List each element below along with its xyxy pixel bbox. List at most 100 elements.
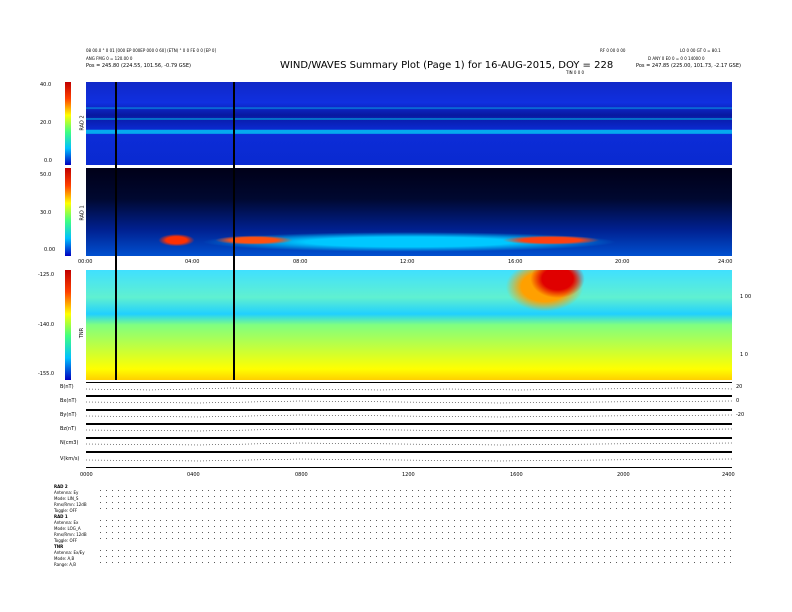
footer-dot	[436, 520, 437, 521]
footer-dot	[508, 550, 509, 551]
footer-dot	[646, 502, 647, 503]
footer-dot	[724, 490, 725, 491]
footer-dot	[220, 556, 221, 557]
footer-dot	[454, 490, 455, 491]
footer-dot	[172, 502, 173, 503]
rad1-tick-bottom: 0.00	[44, 247, 56, 253]
footer-dot	[670, 556, 671, 557]
footer-dot	[178, 502, 179, 503]
footer-dot	[460, 490, 461, 491]
header-right-line3: Pos = 247.85 (225.00, 101.73, -2.17 GSE)	[636, 63, 741, 69]
footer-dot	[274, 490, 275, 491]
footer-dot	[718, 496, 719, 497]
footer-dot	[412, 550, 413, 551]
footer-dot	[544, 550, 545, 551]
footer-dot	[724, 502, 725, 503]
footer-dot	[310, 532, 311, 533]
footer-dot	[286, 526, 287, 527]
footer-dot	[100, 538, 101, 539]
footer-dot	[214, 556, 215, 557]
footer-dot	[652, 502, 653, 503]
footer-dot	[418, 532, 419, 533]
footer-dot	[640, 562, 641, 563]
footer-dot	[286, 496, 287, 497]
footer-dot	[460, 550, 461, 551]
footer-dot	[406, 526, 407, 527]
strip-label-2: By(nT)	[60, 412, 77, 418]
footer-dot	[640, 490, 641, 491]
footer-dot	[220, 562, 221, 563]
footer-dot	[598, 538, 599, 539]
footer-dot	[112, 508, 113, 509]
footer-dot	[154, 526, 155, 527]
footer-dot	[430, 490, 431, 491]
footer-dot	[418, 508, 419, 509]
footer-dot	[286, 520, 287, 521]
footer-dot	[184, 556, 185, 557]
footer-dot	[664, 490, 665, 491]
footer-dot	[118, 502, 119, 503]
footer-dot	[292, 508, 293, 509]
footer-dot	[172, 496, 173, 497]
footer-dot	[226, 556, 227, 557]
footer-dot	[160, 562, 161, 563]
footer-dot	[238, 538, 239, 539]
footer-dot	[604, 550, 605, 551]
footer-dot	[208, 526, 209, 527]
footer-dot	[232, 502, 233, 503]
footer-dot	[706, 532, 707, 533]
footer-dot	[340, 520, 341, 521]
footer-dot	[604, 520, 605, 521]
footer-dot	[400, 496, 401, 497]
footer-dot	[232, 538, 233, 539]
footer-dot	[586, 556, 587, 557]
footer-dot	[118, 508, 119, 509]
footer-dot	[670, 550, 671, 551]
footer-dot	[154, 556, 155, 557]
footer-dot	[640, 496, 641, 497]
footer-dot	[244, 502, 245, 503]
footer-dot	[640, 502, 641, 503]
footer-dot	[226, 496, 227, 497]
footer-dot	[256, 550, 257, 551]
footer-dot	[250, 508, 251, 509]
footer-dot	[730, 502, 731, 503]
footer-dot	[274, 508, 275, 509]
footer-dot	[310, 502, 311, 503]
footer-dot	[610, 496, 611, 497]
footer-dot	[124, 526, 125, 527]
footer-dot	[166, 490, 167, 491]
footer-dot	[496, 532, 497, 533]
footer-dot	[508, 562, 509, 563]
footer-dot	[430, 550, 431, 551]
footer-dot	[232, 562, 233, 563]
footer-dot	[298, 508, 299, 509]
footer-dot	[580, 502, 581, 503]
footer-dot	[412, 490, 413, 491]
footer-dot	[616, 556, 617, 557]
footer-dot	[484, 490, 485, 491]
footer-dot	[280, 496, 281, 497]
footer-dot	[430, 502, 431, 503]
footer-dot	[640, 508, 641, 509]
footer-dot	[484, 550, 485, 551]
footer-dot	[514, 556, 515, 557]
footer-dot	[268, 496, 269, 497]
footer-dot	[250, 496, 251, 497]
footer-dot	[490, 562, 491, 563]
footer-dot	[490, 550, 491, 551]
footer-dot	[502, 520, 503, 521]
footer-dot	[124, 508, 125, 509]
footer-dot	[202, 502, 203, 503]
footer-dot	[550, 538, 551, 539]
footer-dot	[436, 508, 437, 509]
footer-dot	[730, 520, 731, 521]
footer-dot	[718, 550, 719, 551]
footer-dot	[130, 496, 131, 497]
footer-dot	[466, 490, 467, 491]
rad1-spectrogram	[86, 168, 732, 256]
footer-dot	[664, 496, 665, 497]
footer-dot	[508, 490, 509, 491]
footer-dot	[442, 532, 443, 533]
footer-dot	[592, 490, 593, 491]
